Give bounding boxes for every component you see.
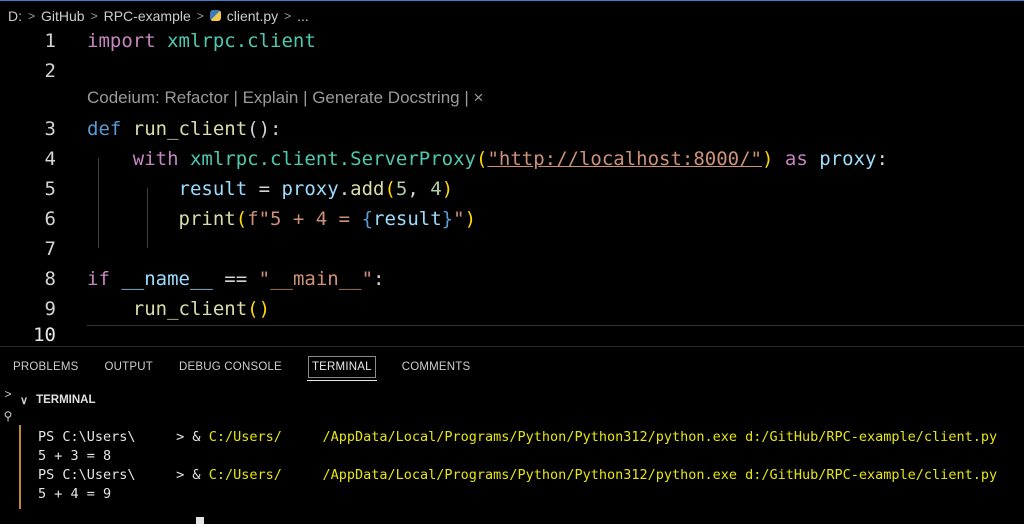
token-function: print (178, 208, 236, 230)
token-punct: : (373, 268, 385, 290)
token-variable: __name__ (121, 268, 213, 290)
terminal-focus-border (19, 425, 21, 509)
terminal-prompt: PS C:\Users\ > & (38, 429, 209, 445)
breadcrumb-symbols[interactable]: ... (297, 8, 309, 24)
terminal-command: /AppData/Local/Programs/Python/Python312… (281, 467, 998, 483)
terminal-output[interactable]: PS C:\Users\ > & C:/Users/ /AppData/Loca… (38, 429, 997, 524)
terminal-path: C:/Users/ (208, 467, 282, 483)
code-line-10: 10 (0, 324, 1024, 346)
breadcrumb-drive[interactable]: D: (8, 8, 22, 24)
line-number: 6 (44, 208, 56, 230)
tab-terminal[interactable]: TERMINAL (295, 347, 389, 387)
chevron-right-icon: > (28, 8, 36, 23)
token-number: 5 (395, 178, 408, 200)
token-keyword: if (87, 268, 110, 290)
token-keyword: as (784, 148, 808, 170)
token-function: run_client (132, 118, 248, 140)
terminal-section-header[interactable]: ∨ TERMINAL (20, 389, 95, 411)
line-number: 10 (33, 324, 56, 346)
code-line-8: 8 if __name__ == "__main__": (0, 264, 1024, 294)
terminal-line: 5 + 4 = 9 (38, 486, 112, 502)
breadcrumb-file[interactable]: client.py (227, 8, 278, 24)
chevron-right-icon[interactable]: > (0, 387, 16, 409)
chevron-right-icon: > (284, 8, 292, 23)
terminal-line: PS C:\Users\ > & C:/Users/ /AppData/Loca… (38, 429, 997, 448)
chevron-down-icon: ∨ (20, 394, 29, 407)
terminal-path: C:/Users/ (208, 429, 282, 445)
terminal-line: PS C:\Users\ > & C:/Users/ /AppData/Loca… (38, 467, 997, 486)
token-punct: : (876, 148, 888, 170)
terminal-prompt: PS C:\Users\ > & (38, 467, 209, 483)
line-number: 3 (44, 118, 56, 140)
token-module: xmlrpc.client (167, 30, 316, 52)
breadcrumb-rpc-example[interactable]: RPC-example (104, 8, 191, 24)
current-line-highlight (87, 325, 1024, 326)
line-number: 7 (44, 238, 56, 260)
terminal-cursor (196, 517, 204, 524)
tab-debug-console[interactable]: DEBUG CONSOLE (166, 347, 295, 387)
token-variable: result (373, 208, 442, 230)
tab-comments[interactable]: COMMENTS (389, 347, 484, 387)
terminal-line: 5 + 3 = 8 (38, 448, 112, 464)
token-string: " (453, 208, 465, 230)
token-number: 4 (430, 178, 442, 200)
tab-terminal-label: TERMINAL (307, 356, 376, 378)
panel-side-icons: > ⚲ (0, 387, 16, 431)
token-function: run_client (132, 298, 248, 320)
terminal-section-title: TERMINAL (36, 394, 96, 406)
token-function: add (350, 178, 385, 200)
line-number: 4 (44, 148, 56, 170)
token-module: xmlrpc.client. (189, 148, 351, 170)
terminal-command: /AppData/Local/Programs/Python/Python312… (281, 429, 998, 445)
chevron-right-icon: > (196, 8, 204, 23)
code-line-1: 1 import xmlrpc.client (0, 26, 1024, 56)
code-line-6: 6 print(f"5 + 4 = {result}") (0, 204, 1024, 234)
url-link[interactable]: "http://localhost:8000/" (487, 148, 762, 170)
line-number: 1 (44, 30, 56, 52)
token-operator: == (212, 268, 259, 290)
token-operator: = (247, 178, 282, 200)
codeium-codelens[interactable]: Codeium: Refactor | Explain | Generate D… (87, 88, 483, 108)
token-string: "__main__" (258, 268, 374, 290)
token-keyword: def (87, 118, 122, 140)
breadcrumb-github[interactable]: GitHub (41, 8, 85, 24)
panel-tabs: PROBLEMS OUTPUT DEBUG CONSOLE TERMINAL C… (0, 347, 483, 387)
code-line-5: 5 result = proxy.add(5, 4) (0, 174, 1024, 204)
line-number: 8 (44, 268, 56, 290)
code-line-4: 4 with xmlrpc.client.ServerProxy("http:/… (0, 144, 1024, 174)
code-line-3: 3 def run_client(): (0, 114, 1024, 144)
bottom-panel: PROBLEMS OUTPUT DEBUG CONSOLE TERMINAL C… (0, 346, 1024, 524)
code-editor[interactable]: 1 import xmlrpc.client 2 Codeium: Refact… (0, 30, 1024, 346)
python-file-icon (209, 10, 221, 21)
line-number: 5 (44, 178, 56, 200)
line-number: 9 (44, 298, 56, 320)
line-number: 2 (44, 60, 56, 82)
code-line-7: 7 (0, 234, 1024, 264)
token-variable: proxy (281, 178, 339, 200)
token-keyword: import (87, 30, 156, 52)
token-punct: , (407, 178, 431, 200)
token-variable: proxy (819, 148, 877, 170)
chevron-right-icon: > (90, 8, 98, 23)
token-punct: . (338, 178, 351, 200)
token-class: ServerProxy (350, 148, 476, 170)
tab-problems[interactable]: PROBLEMS (0, 347, 92, 387)
token-string: f"5 + 4 = (247, 208, 362, 230)
code-line-9: 9 run_client() (0, 294, 1024, 324)
token-punct: (): (247, 118, 282, 140)
tab-output[interactable]: OUTPUT (92, 347, 166, 387)
code-line-2: 2 (0, 56, 1024, 86)
token-variable: result (178, 178, 248, 200)
token-keyword: with (132, 148, 179, 170)
debug-icon[interactable]: ⚲ (0, 409, 16, 431)
